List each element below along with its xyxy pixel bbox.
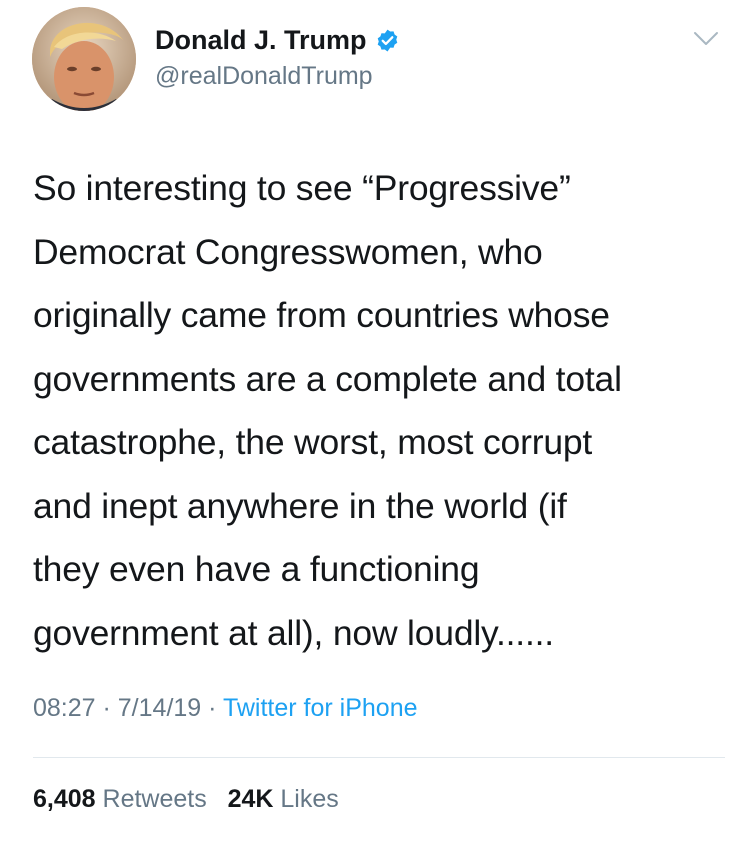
- tweet-date[interactable]: 7/14/19: [118, 694, 201, 722]
- tweet-text-line: Democrat Congresswomen, who: [33, 231, 543, 272]
- retweets-label: Retweets: [102, 785, 207, 813]
- tweet-text-line: originally came from countries whose: [33, 295, 610, 335]
- avatar[interactable]: [32, 7, 136, 111]
- tweet-text-line: they even have a functioning: [33, 549, 480, 589]
- author-handle[interactable]: @realDonaldTrump: [155, 62, 373, 91]
- tweet-text-line: and inept anywhere in the world (if: [33, 485, 567, 526]
- verified-badge-icon: [377, 29, 397, 51]
- retweets-stat[interactable]: 6,408 Retweets: [33, 785, 207, 813]
- tweet-text-line: governments are a complete and total: [33, 358, 622, 399]
- author-name-row: Donald J. Trump: [155, 22, 400, 58]
- likes-count: 24K: [227, 785, 274, 813]
- divider: [33, 757, 725, 758]
- profile-photo: [32, 7, 136, 111]
- tweet-time[interactable]: 08:27: [33, 694, 96, 722]
- tweet-text: So interesting to see “Progressive” Demo…: [33, 157, 723, 665]
- tweet-meta: 08:27 · 7/14/19 · Twitter for iPhone: [33, 694, 418, 723]
- meta-separator: ·: [95, 694, 118, 722]
- tweet-text-line: government at all), now loudly......: [33, 612, 554, 653]
- tweet-source-link[interactable]: Twitter for iPhone: [223, 694, 418, 722]
- likes-label: Likes: [280, 785, 339, 813]
- tweet-text-line: catastrophe, the worst, most corrupt: [33, 422, 593, 462]
- retweets-count: 6,408: [33, 785, 96, 813]
- likes-stat[interactable]: 24K Likes: [228, 785, 339, 813]
- meta-separator: ·: [201, 694, 223, 722]
- tweet-stats: 6,408 Retweets 24K Likes: [33, 785, 339, 814]
- author-display-name[interactable]: Donald J. Trump: [155, 25, 367, 56]
- chevron-down-icon[interactable]: [693, 30, 719, 48]
- tweet-text-line: So interesting to see “Progressive”: [33, 168, 571, 208]
